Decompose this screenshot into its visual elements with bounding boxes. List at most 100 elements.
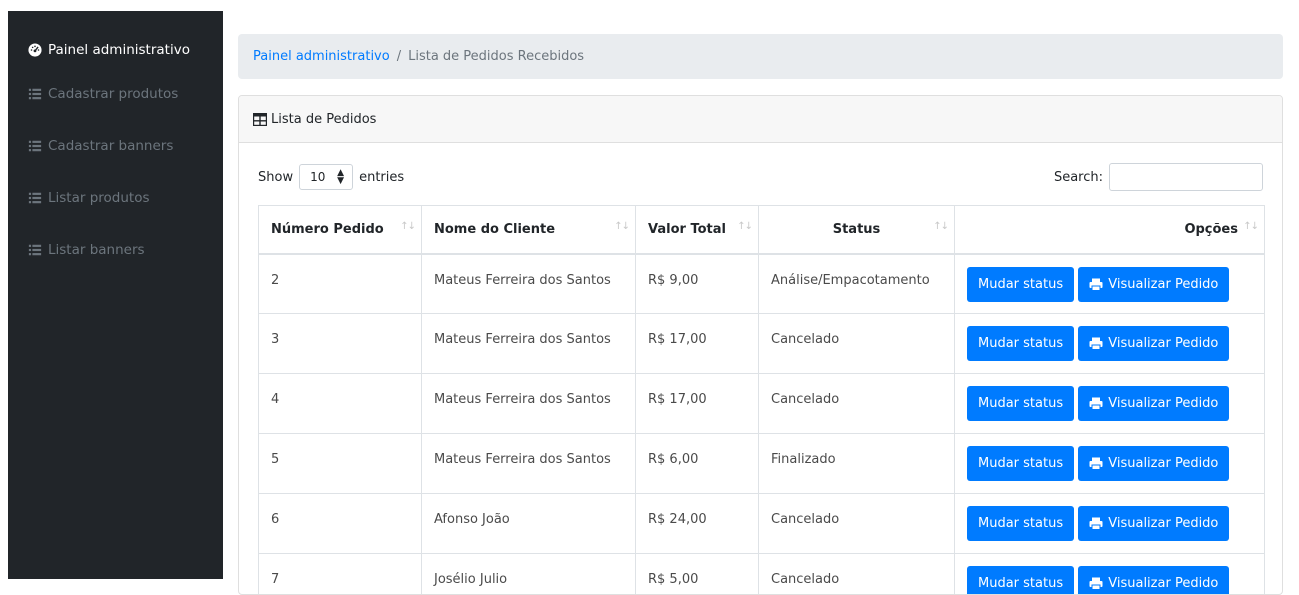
cell-cliente: Josélio Julio bbox=[422, 554, 636, 595]
show-label: Show bbox=[258, 170, 293, 185]
entries-length: Show 10 ▲▼ entries bbox=[258, 163, 404, 191]
column-header-cliente[interactable]: Nome do Cliente↑↓ bbox=[422, 206, 636, 254]
tachometer-icon bbox=[28, 43, 42, 57]
cell-cliente: Mateus Ferreira dos Santos bbox=[422, 434, 636, 494]
table-body: 2Mateus Ferreira dos SantosR$ 9,00Anális… bbox=[259, 254, 1265, 595]
sort-icon: ↑↓ bbox=[933, 221, 948, 232]
view-order-button[interactable]: Visualizar Pedido bbox=[1078, 566, 1229, 595]
cell-opcoes: Mudar status Visualizar Pedido bbox=[955, 434, 1265, 494]
cell-opcoes: Mudar status Visualizar Pedido bbox=[955, 254, 1265, 314]
cell-status: Cancelado bbox=[759, 554, 955, 595]
sidebar-item-listar-banners[interactable]: Listar banners bbox=[28, 240, 145, 260]
sort-icon: ↑↓ bbox=[1243, 221, 1258, 232]
view-order-button[interactable]: Visualizar Pedido bbox=[1078, 506, 1229, 541]
cell-numero: 4 bbox=[259, 374, 422, 434]
sidebar-item-label: Cadastrar banners bbox=[48, 138, 173, 154]
search-label: Search: bbox=[1054, 170, 1103, 185]
entries-select[interactable]: 10 ▲▼ bbox=[299, 164, 353, 190]
sidebar-item-listar-produtos[interactable]: Listar produtos bbox=[28, 188, 150, 208]
table-icon bbox=[253, 113, 267, 126]
orders-card: Lista de Pedidos Show 10 ▲▼ entries Sear… bbox=[238, 95, 1283, 595]
cell-valor: R$ 17,00 bbox=[636, 314, 759, 374]
sidebar-item-label: Painel administrativo bbox=[48, 42, 190, 58]
print-icon bbox=[1089, 337, 1103, 350]
cell-numero: 3 bbox=[259, 314, 422, 374]
print-icon bbox=[1089, 397, 1103, 410]
view-order-button[interactable]: Visualizar Pedido bbox=[1078, 267, 1229, 302]
cell-opcoes: Mudar status Visualizar Pedido bbox=[955, 494, 1265, 554]
sidebar-item-cadastrar-banners[interactable]: Cadastrar banners bbox=[28, 136, 173, 156]
change-status-button[interactable]: Mudar status bbox=[967, 267, 1074, 302]
sort-icon: ↑↓ bbox=[400, 221, 415, 232]
list-icon bbox=[28, 243, 42, 257]
cell-opcoes: Mudar status Visualizar Pedido bbox=[955, 554, 1265, 595]
cell-cliente: Mateus Ferreira dos Santos bbox=[422, 374, 636, 434]
change-status-button[interactable]: Mudar status bbox=[967, 326, 1074, 361]
sidebar: Painel administrativo Cadastrar produtos… bbox=[8, 11, 223, 579]
cell-status: Finalizado bbox=[759, 434, 955, 494]
sort-icon: ↑↓ bbox=[737, 221, 752, 232]
card-title: Lista de Pedidos bbox=[271, 112, 376, 127]
sidebar-item-label: Cadastrar produtos bbox=[48, 86, 178, 102]
entries-value: 10 bbox=[310, 170, 325, 184]
cell-valor: R$ 6,00 bbox=[636, 434, 759, 494]
change-status-button[interactable]: Mudar status bbox=[967, 506, 1074, 541]
cell-valor: R$ 9,00 bbox=[636, 254, 759, 314]
change-status-button[interactable]: Mudar status bbox=[967, 446, 1074, 481]
cell-status: Cancelado bbox=[759, 314, 955, 374]
cell-numero: 7 bbox=[259, 554, 422, 595]
table-row: 3Mateus Ferreira dos SantosR$ 17,00Cance… bbox=[259, 314, 1265, 374]
select-arrows-icon: ▲▼ bbox=[337, 169, 344, 185]
cell-valor: R$ 17,00 bbox=[636, 374, 759, 434]
print-icon bbox=[1089, 457, 1103, 470]
sidebar-item-cadastrar-produtos[interactable]: Cadastrar produtos bbox=[28, 84, 178, 104]
table-row: 4Mateus Ferreira dos SantosR$ 17,00Cance… bbox=[259, 374, 1265, 434]
cell-valor: R$ 5,00 bbox=[636, 554, 759, 595]
column-header-valor[interactable]: Valor Total↑↓ bbox=[636, 206, 759, 254]
breadcrumb-separator: / bbox=[397, 49, 401, 64]
table-row: 7Josélio JulioR$ 5,00CanceladoMudar stat… bbox=[259, 554, 1265, 595]
cell-cliente: Mateus Ferreira dos Santos bbox=[422, 314, 636, 374]
print-icon bbox=[1089, 278, 1103, 291]
column-header-status[interactable]: Status↑↓ bbox=[759, 206, 955, 254]
cell-numero: 6 bbox=[259, 494, 422, 554]
cell-numero: 2 bbox=[259, 254, 422, 314]
breadcrumb: Painel administrativo / Lista de Pedidos… bbox=[238, 34, 1283, 79]
list-icon bbox=[28, 87, 42, 101]
sidebar-item-label: Listar produtos bbox=[48, 190, 150, 206]
cell-opcoes: Mudar status Visualizar Pedido bbox=[955, 314, 1265, 374]
print-icon bbox=[1089, 517, 1103, 530]
cell-status: Cancelado bbox=[759, 374, 955, 434]
table-header-row: Número Pedido↑↓ Nome do Cliente↑↓ Valor … bbox=[259, 206, 1265, 254]
sort-icon: ↑↓ bbox=[614, 221, 629, 232]
table-row: 6Afonso JoãoR$ 24,00CanceladoMudar statu… bbox=[259, 494, 1265, 554]
entries-label: entries bbox=[359, 170, 404, 185]
cell-opcoes: Mudar status Visualizar Pedido bbox=[955, 374, 1265, 434]
view-order-button[interactable]: Visualizar Pedido bbox=[1078, 446, 1229, 481]
cell-valor: R$ 24,00 bbox=[636, 494, 759, 554]
cell-status: Análise/Empacotamento bbox=[759, 254, 955, 314]
sidebar-item-painel-administrativo[interactable]: Painel administrativo bbox=[28, 40, 190, 60]
table-row: 2Mateus Ferreira dos SantosR$ 9,00Anális… bbox=[259, 254, 1265, 314]
change-status-button[interactable]: Mudar status bbox=[967, 386, 1074, 421]
datatable-controls: Show 10 ▲▼ entries Search: bbox=[258, 163, 1263, 191]
breadcrumb-home-link[interactable]: Painel administrativo bbox=[253, 49, 390, 64]
column-header-opcoes[interactable]: Opções↑↓ bbox=[955, 206, 1265, 254]
breadcrumb-current: Lista de Pedidos Recebidos bbox=[408, 49, 584, 64]
sidebar-item-label: Listar banners bbox=[48, 242, 145, 258]
list-icon bbox=[28, 139, 42, 153]
table-row: 5Mateus Ferreira dos SantosR$ 6,00Finali… bbox=[259, 434, 1265, 494]
change-status-button[interactable]: Mudar status bbox=[967, 566, 1074, 595]
cell-numero: 5 bbox=[259, 434, 422, 494]
search-input[interactable] bbox=[1109, 163, 1263, 191]
cell-status: Cancelado bbox=[759, 494, 955, 554]
cell-cliente: Afonso João bbox=[422, 494, 636, 554]
card-header: Lista de Pedidos bbox=[239, 96, 1282, 143]
orders-table: Número Pedido↑↓ Nome do Cliente↑↓ Valor … bbox=[258, 205, 1265, 595]
list-icon bbox=[28, 191, 42, 205]
search-area: Search: bbox=[1054, 163, 1263, 191]
view-order-button[interactable]: Visualizar Pedido bbox=[1078, 326, 1229, 361]
cell-cliente: Mateus Ferreira dos Santos bbox=[422, 254, 636, 314]
view-order-button[interactable]: Visualizar Pedido bbox=[1078, 386, 1229, 421]
column-header-numero[interactable]: Número Pedido↑↓ bbox=[259, 206, 422, 254]
